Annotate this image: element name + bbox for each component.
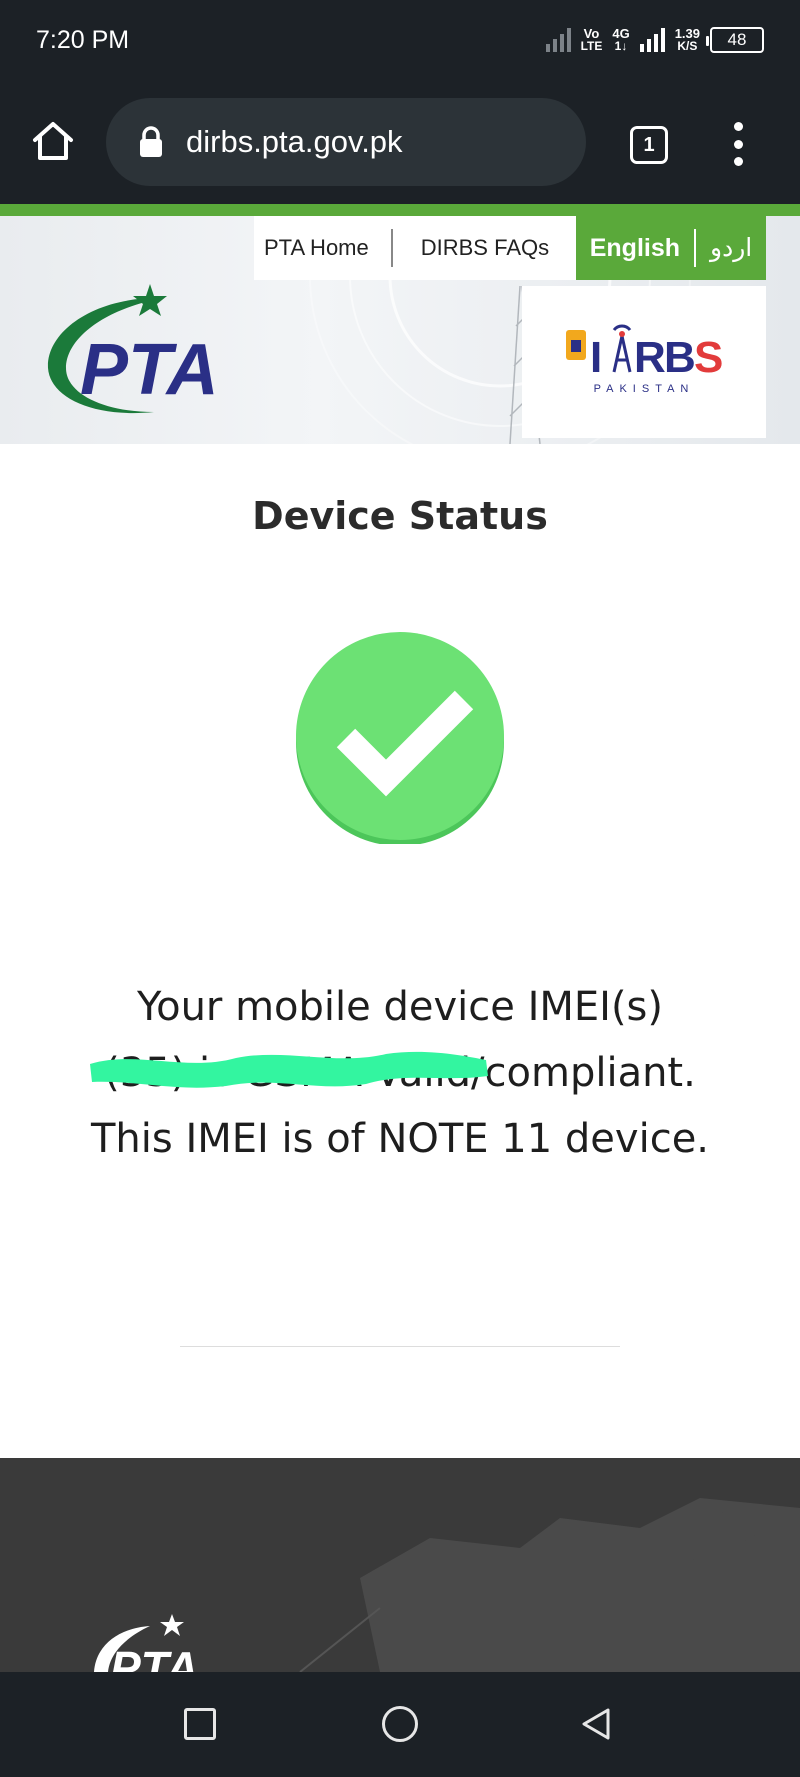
signal-icon-sim1 [545,28,571,52]
language-switcher: English اردو [576,216,766,280]
page-title: Device Status [252,494,548,538]
battery-icon: 48 [706,27,764,53]
message-line-1: Your mobile device IMEI(s) [136,984,663,1030]
content-divider [180,1346,620,1347]
site-footer: PTA [0,1458,800,1672]
svg-text:PTA: PTA [80,330,219,410]
back-icon[interactable] [578,1706,614,1742]
footer-world-map-graphic: PTA [94,1498,800,1672]
volte-indicator: Vo LTE [580,26,603,53]
redaction-scribble [90,1051,488,1088]
svg-text:S: S [694,333,723,382]
lang-divider [694,229,697,267]
pta-logo: PTA [47,284,219,414]
status-bar: 7:20 PM Vo LTE 4G 1↓ 1.39 K/S 48 [0,0,800,82]
site-header: PTA Home DIRBS FAQs English اردو PTA DIR… [0,216,800,444]
recent-apps-button[interactable] [184,1708,216,1740]
browser-toolbar: dirbs.pta.gov.pk 1 [0,82,800,204]
system-navigation-bar [0,1672,800,1777]
signal-icon-sim2 [639,28,665,52]
nav-dirbs-faqs-link[interactable]: DIRBS FAQs [393,235,549,261]
lang-urdu-link[interactable]: اردو [710,233,752,263]
svg-text:I: I [590,333,602,382]
overflow-menu-icon[interactable] [726,122,750,166]
dirbs-logo: DIRBS I R B S PAKISTAN [522,286,766,438]
svg-text:PAKISTAN: PAKISTAN [594,383,695,395]
lock-icon [140,126,162,157]
lang-english-link[interactable]: English [590,234,680,263]
check-icon [296,632,504,844]
address-bar[interactable]: dirbs.pta.gov.pk [106,98,586,186]
status-time: 7:20 PM [36,26,130,54]
network-speed: 1.39 K/S [674,26,700,53]
url-text: dirbs.pta.gov.pk [186,124,403,159]
svg-text:R: R [634,333,666,382]
header-accent-bar [0,204,800,216]
network-type-indicator: 4G 1↓ [612,26,630,53]
home-icon[interactable] [30,118,76,164]
tab-switcher-button[interactable]: 1 [630,126,668,164]
svg-text:B: B [664,333,696,382]
home-button[interactable] [382,1706,418,1742]
footer-pta-logo: PTA [110,1642,199,1672]
site-nav: PTA Home DIRBS FAQs English اردو [254,216,766,280]
status-icons: Vo LTE 4G 1↓ 1.39 K/S 48 [545,24,764,56]
nav-pta-home-link[interactable]: PTA Home [254,235,391,261]
